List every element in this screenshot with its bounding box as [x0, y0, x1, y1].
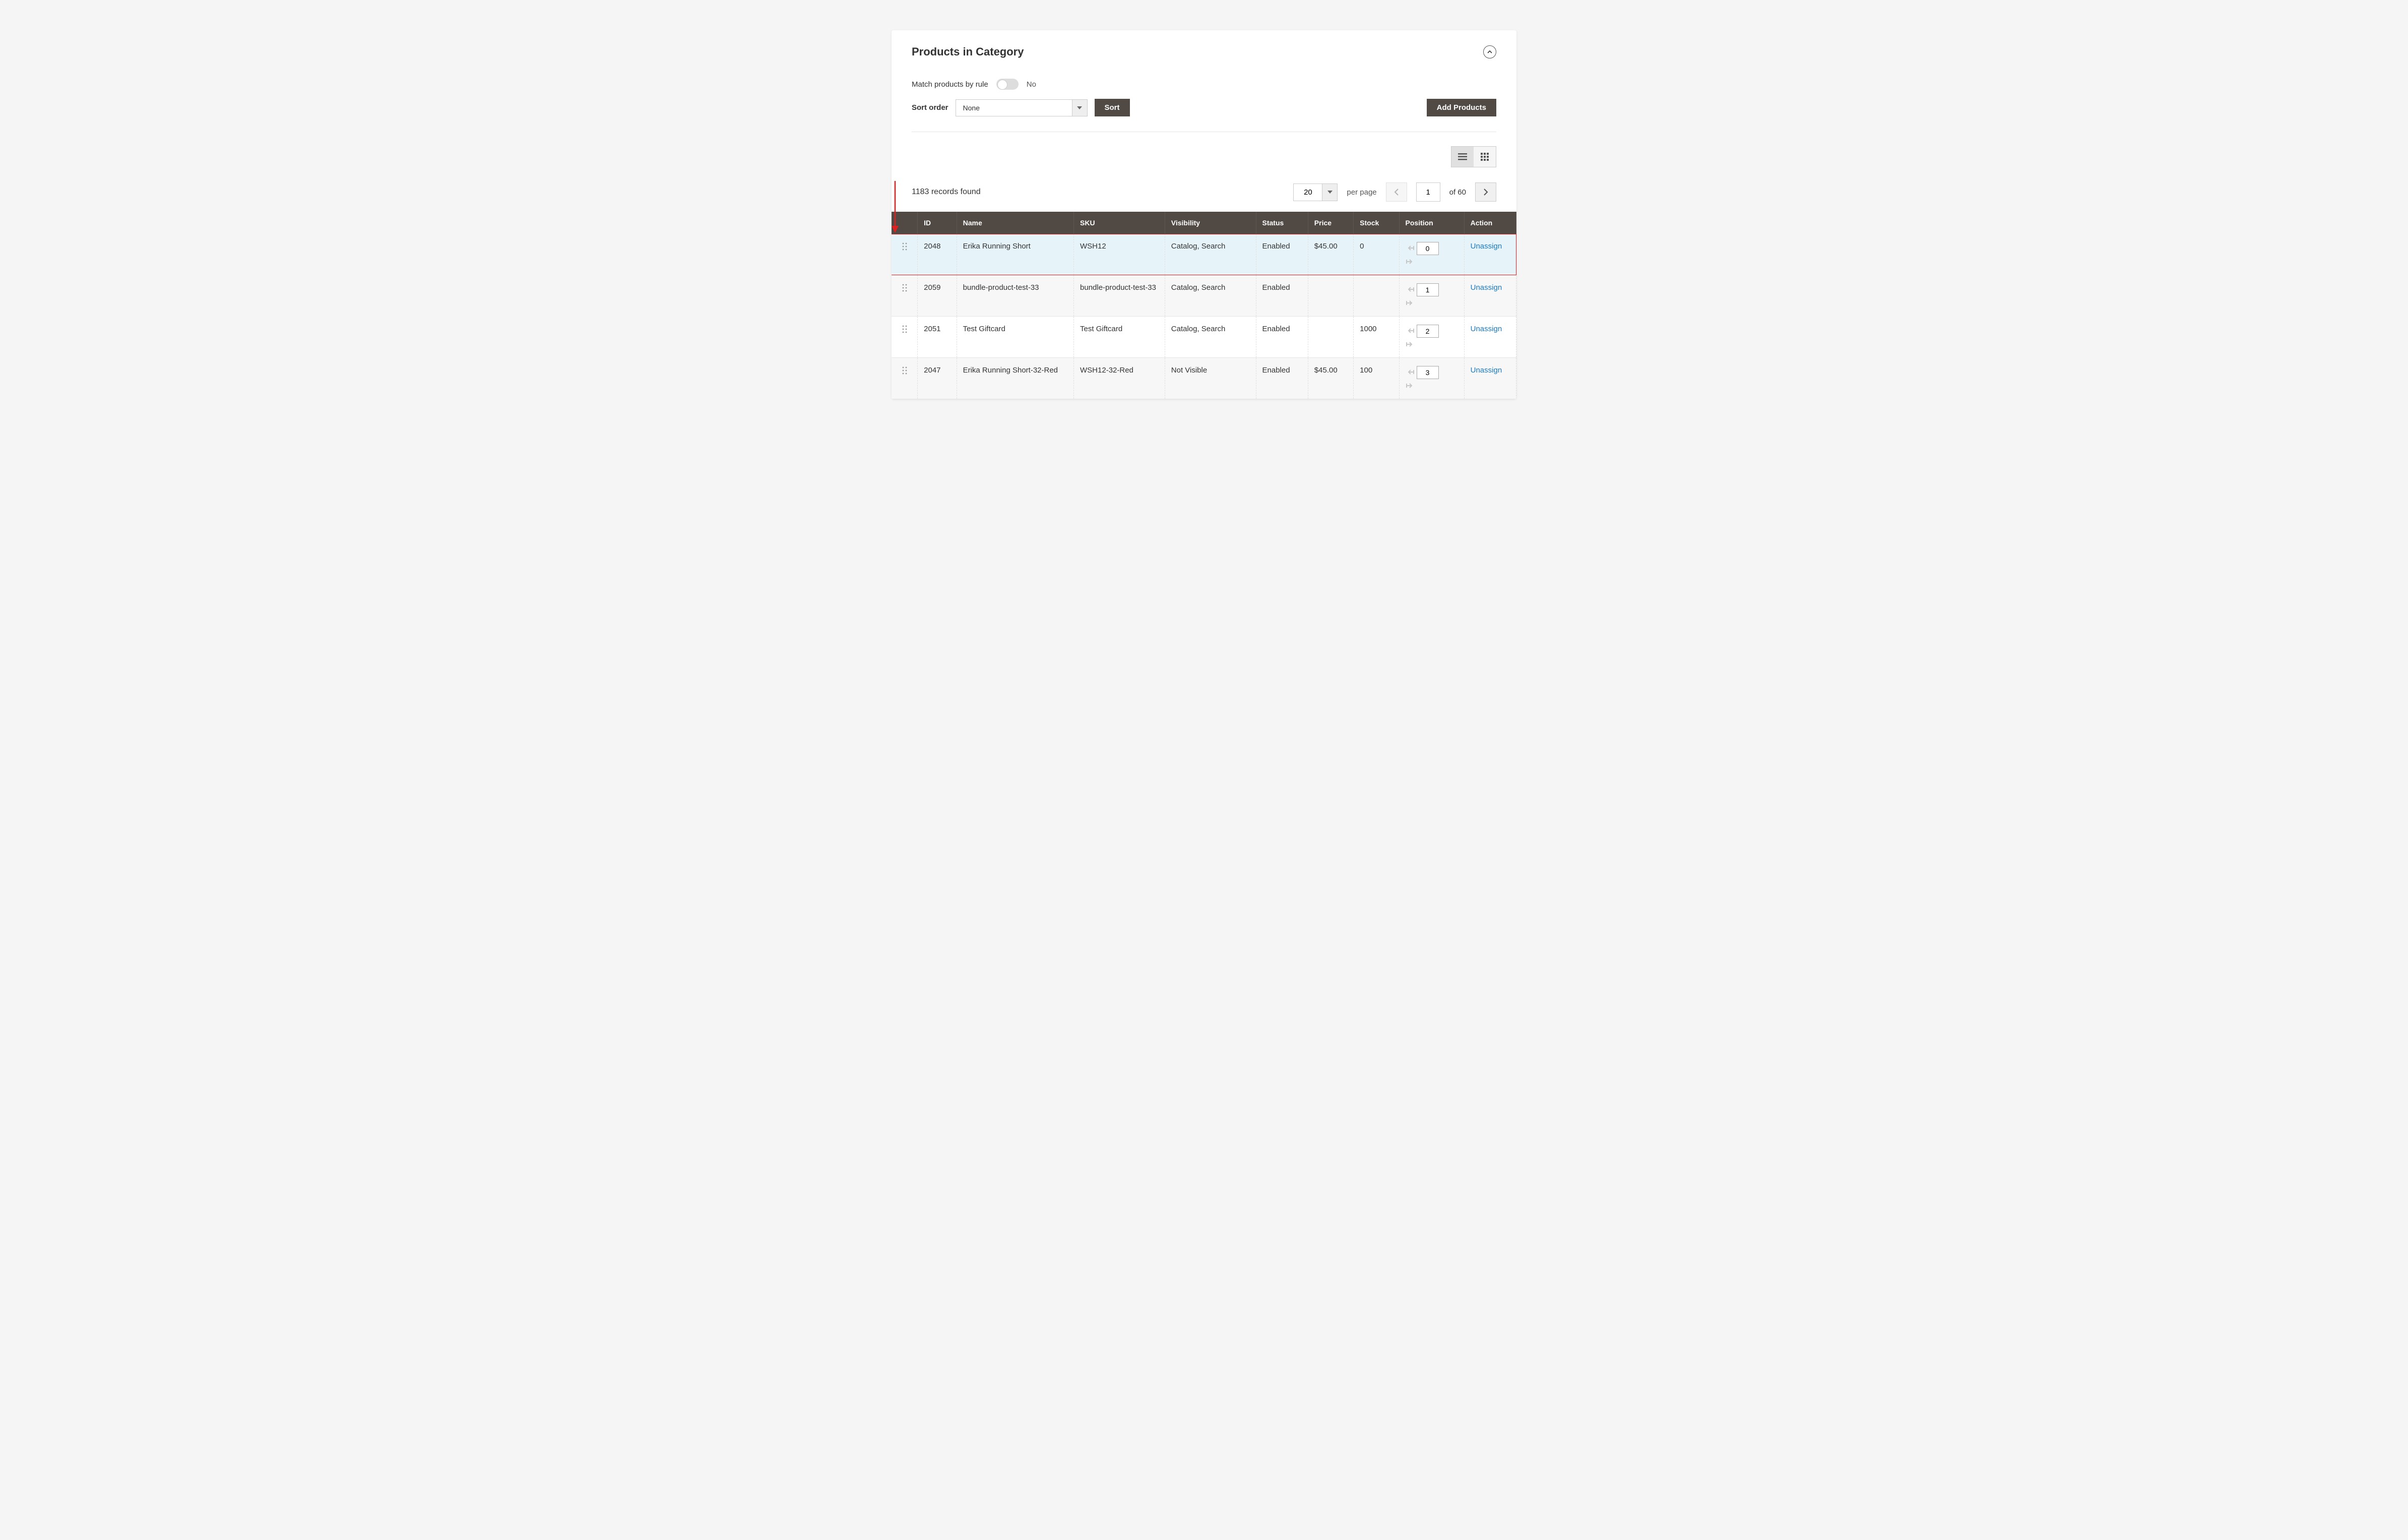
- current-page-input[interactable]: [1416, 182, 1440, 202]
- table-row[interactable]: 2047 Erika Running Short-32-Red WSH12-32…: [892, 358, 1516, 399]
- match-by-rule-label: Match products by rule: [912, 80, 988, 89]
- table-row[interactable]: 2051 Test Giftcard Test Giftcard Catalog…: [892, 317, 1516, 358]
- move-bottom-icon[interactable]: [1406, 258, 1415, 267]
- page-size-select[interactable]: [1293, 183, 1338, 201]
- cell-visibility: Not Visible: [1165, 358, 1256, 399]
- chevron-right-icon: [1484, 189, 1488, 196]
- unassign-link[interactable]: Unassign: [1471, 242, 1502, 251]
- next-page-button[interactable]: [1475, 182, 1496, 202]
- page-size-input[interactable]: [1294, 184, 1322, 201]
- panel-title: Products in Category: [912, 45, 1024, 58]
- chevron-up-icon: [1487, 49, 1493, 55]
- drag-handle-icon[interactable]: [902, 327, 908, 336]
- cell-id: 2059: [918, 275, 957, 317]
- col-visibility[interactable]: Visibility: [1165, 212, 1256, 234]
- cell-status: Enabled: [1256, 317, 1308, 358]
- cell-sku: bundle-product-test-33: [1074, 275, 1165, 317]
- col-sku[interactable]: SKU: [1074, 212, 1165, 234]
- cell-visibility: Catalog, Search: [1165, 234, 1256, 275]
- table-row[interactable]: 2048 Erika Running Short WSH12 Catalog, …: [892, 234, 1516, 275]
- move-top-icon[interactable]: [1406, 368, 1415, 377]
- list-icon: [1458, 153, 1467, 160]
- col-position[interactable]: Position: [1399, 212, 1464, 234]
- cell-stock: 0: [1354, 234, 1399, 275]
- position-input[interactable]: [1417, 325, 1439, 338]
- cell-stock: [1354, 275, 1399, 317]
- sort-order-value: None: [956, 100, 1072, 116]
- cell-name: Test Giftcard: [957, 317, 1073, 358]
- drag-handle-icon[interactable]: [902, 286, 908, 294]
- of-pages-text: of 60: [1449, 188, 1466, 197]
- cell-price: [1308, 317, 1353, 358]
- col-action: Action: [1464, 212, 1516, 234]
- match-by-rule-value: No: [1027, 80, 1036, 89]
- cell-price: $45.00: [1308, 358, 1353, 399]
- cell-name: bundle-product-test-33: [957, 275, 1073, 317]
- move-bottom-icon[interactable]: [1406, 299, 1415, 308]
- cell-sku: WSH12: [1074, 234, 1165, 275]
- per-page-label: per page: [1347, 188, 1376, 197]
- cell-stock: 1000: [1354, 317, 1399, 358]
- col-drag: [892, 212, 918, 234]
- cell-sku: WSH12-32-Red: [1074, 358, 1165, 399]
- products-in-category-panel: Products in Category Match products by r…: [892, 30, 1516, 399]
- sort-order-select[interactable]: None: [956, 99, 1088, 116]
- sort-button[interactable]: Sort: [1095, 99, 1130, 116]
- sort-order-label: Sort order: [912, 103, 948, 112]
- caret-down-icon: [1072, 100, 1087, 116]
- drag-handle-icon[interactable]: [902, 244, 908, 253]
- cell-id: 2048: [918, 234, 957, 275]
- chevron-left-icon: [1394, 189, 1399, 196]
- cell-name: Erika Running Short-32-Red: [957, 358, 1073, 399]
- col-name[interactable]: Name: [957, 212, 1073, 234]
- cell-name: Erika Running Short: [957, 234, 1073, 275]
- table-row[interactable]: 2059 bundle-product-test-33 bundle-produ…: [892, 275, 1516, 317]
- unassign-link[interactable]: Unassign: [1471, 283, 1502, 292]
- move-top-icon[interactable]: [1406, 327, 1415, 336]
- grid-icon: [1481, 153, 1489, 161]
- match-by-rule-toggle[interactable]: [996, 79, 1019, 90]
- grid-view-button[interactable]: [1474, 147, 1496, 167]
- cell-price: [1308, 275, 1353, 317]
- caret-down-icon: [1322, 184, 1337, 201]
- records-found-text: 1183 records found: [912, 188, 981, 197]
- col-status[interactable]: Status: [1256, 212, 1308, 234]
- position-input[interactable]: [1417, 366, 1439, 379]
- unassign-link[interactable]: Unassign: [1471, 325, 1502, 333]
- cell-id: 2051: [918, 317, 957, 358]
- col-price[interactable]: Price: [1308, 212, 1353, 234]
- move-bottom-icon[interactable]: [1406, 341, 1415, 349]
- prev-page-button[interactable]: [1386, 182, 1407, 202]
- move-bottom-icon[interactable]: [1406, 382, 1415, 391]
- cell-status: Enabled: [1256, 234, 1308, 275]
- cell-visibility: Catalog, Search: [1165, 275, 1256, 317]
- position-input[interactable]: [1417, 242, 1439, 255]
- add-products-button[interactable]: Add Products: [1427, 99, 1496, 116]
- move-top-icon[interactable]: [1406, 244, 1415, 253]
- cell-sku: Test Giftcard: [1074, 317, 1165, 358]
- cell-id: 2047: [918, 358, 957, 399]
- cell-status: Enabled: [1256, 275, 1308, 317]
- move-top-icon[interactable]: [1406, 286, 1415, 294]
- col-stock[interactable]: Stock: [1354, 212, 1399, 234]
- cell-stock: 100: [1354, 358, 1399, 399]
- list-view-button[interactable]: [1451, 147, 1474, 167]
- cell-visibility: Catalog, Search: [1165, 317, 1256, 358]
- position-input[interactable]: [1417, 283, 1439, 296]
- products-table: ID Name SKU Visibility Status Price Stoc…: [892, 212, 1516, 399]
- collapse-button[interactable]: [1483, 45, 1496, 58]
- col-id[interactable]: ID: [918, 212, 957, 234]
- cell-status: Enabled: [1256, 358, 1308, 399]
- unassign-link[interactable]: Unassign: [1471, 366, 1502, 375]
- drag-handle-icon[interactable]: [902, 368, 908, 377]
- cell-price: $45.00: [1308, 234, 1353, 275]
